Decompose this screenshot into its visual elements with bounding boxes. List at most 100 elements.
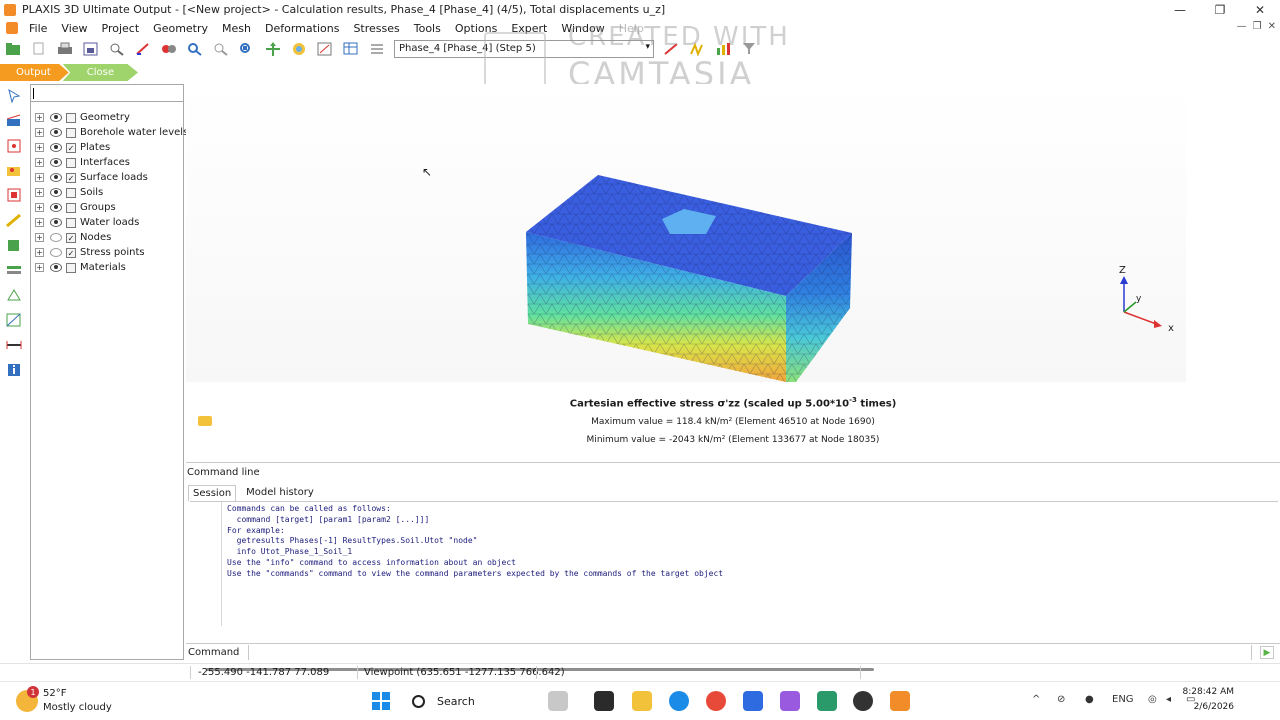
- tree-item[interactable]: + Borehole water levels: [35, 125, 188, 140]
- select-pointer-icon[interactable]: [6, 88, 22, 104]
- doc-restore-icon[interactable]: ❐: [1253, 21, 1262, 32]
- plaxis-input-icon[interactable]: [817, 691, 837, 711]
- doc-close-icon[interactable]: ✕: [1268, 21, 1276, 32]
- draw-icon[interactable]: [134, 40, 152, 58]
- close-tab[interactable]: Close: [62, 64, 138, 81]
- expand-icon[interactable]: +: [35, 143, 44, 152]
- maximize-button[interactable]: ❐: [1200, 0, 1240, 19]
- task-view-icon[interactable]: [594, 691, 614, 711]
- copilot-icon[interactable]: [780, 691, 800, 711]
- plaxis-output-taskbar-icon[interactable]: [890, 691, 910, 711]
- tree-item[interactable]: + Materials: [35, 260, 126, 275]
- tray-chevron-icon[interactable]: ^: [1032, 694, 1040, 705]
- menu-window[interactable]: Window: [554, 22, 611, 35]
- scan-line-icon[interactable]: [160, 40, 178, 58]
- recorder-icon[interactable]: [853, 691, 873, 711]
- visibility-eye-icon[interactable]: [50, 248, 62, 257]
- store-icon[interactable]: [743, 691, 763, 711]
- hinge-icon[interactable]: [6, 312, 22, 328]
- tab-model-history[interactable]: Model history: [242, 485, 318, 501]
- tree-checkbox[interactable]: ✓: [66, 232, 76, 243]
- menu-stresses[interactable]: Stresses: [346, 22, 406, 35]
- bing-chat-icon[interactable]: [548, 691, 568, 711]
- measure-icon[interactable]: [6, 212, 22, 228]
- visibility-eye-icon[interactable]: [50, 128, 62, 137]
- globe-icon[interactable]: ◎: [1148, 694, 1157, 705]
- expand-icon[interactable]: +: [35, 263, 44, 272]
- tree-checkbox[interactable]: ✓: [66, 142, 76, 153]
- expand-icon[interactable]: +: [35, 233, 44, 242]
- visibility-eye-icon[interactable]: [50, 188, 62, 197]
- menu-view[interactable]: View: [54, 22, 94, 35]
- expand-icon[interactable]: +: [35, 128, 44, 137]
- visibility-eye-icon[interactable]: [50, 203, 62, 212]
- zoom-in-icon[interactable]: [108, 40, 126, 58]
- tree-item[interactable]: + Interfaces: [35, 155, 130, 170]
- phase-select[interactable]: Phase_4 [Phase_4] (Step 5) ▾: [394, 40, 654, 58]
- menu-help[interactable]: Help: [612, 22, 651, 35]
- file-explorer-icon[interactable]: [632, 691, 652, 711]
- report-icon[interactable]: [82, 40, 100, 58]
- tree-item[interactable]: + ✓ Plates: [35, 140, 110, 155]
- edge-browser-icon[interactable]: [669, 691, 689, 711]
- stress-point-icon[interactable]: [6, 187, 22, 203]
- curve-point-icon[interactable]: [6, 162, 22, 178]
- visibility-eye-icon[interactable]: [50, 113, 62, 122]
- plaxis-menu-icon[interactable]: [6, 22, 18, 34]
- zoom-icon[interactable]: [186, 40, 204, 58]
- run-command-button[interactable]: ▶: [1260, 646, 1274, 659]
- tree-item[interactable]: + Soils: [35, 185, 103, 200]
- visibility-eye-icon[interactable]: [50, 218, 62, 227]
- cut-icon[interactable]: [6, 287, 22, 303]
- menu-project[interactable]: Project: [95, 22, 147, 35]
- copy-icon[interactable]: [30, 40, 48, 58]
- tree-checkbox[interactable]: [66, 187, 76, 198]
- expand-icon[interactable]: +: [35, 173, 44, 182]
- network-off-icon[interactable]: ⊘: [1057, 694, 1065, 705]
- command-input[interactable]: [248, 645, 1252, 660]
- pan-icon[interactable]: [264, 40, 282, 58]
- menu-expert[interactable]: Expert: [504, 22, 554, 35]
- visibility-eye-icon[interactable]: [50, 143, 62, 152]
- doc-minimize-icon[interactable]: —: [1237, 21, 1247, 32]
- tree-checkbox[interactable]: [66, 202, 76, 213]
- distance-icon[interactable]: [6, 337, 22, 353]
- expand-icon[interactable]: +: [35, 218, 44, 227]
- tree-checkbox[interactable]: [66, 112, 76, 123]
- layer-icon[interactable]: [6, 262, 22, 278]
- chart-icon[interactable]: [714, 40, 732, 58]
- rotate-icon[interactable]: [290, 40, 308, 58]
- filter-icon[interactable]: [740, 40, 758, 58]
- tree-checkbox[interactable]: [66, 262, 76, 273]
- chrome-icon[interactable]: [706, 691, 726, 711]
- tree-checkbox[interactable]: [66, 157, 76, 168]
- model-viewport[interactable]: [186, 84, 1186, 382]
- tree-checkbox[interactable]: [66, 127, 76, 138]
- tree-item[interactable]: + ✓ Stress points: [35, 245, 145, 260]
- tree-item[interactable]: + Groups: [35, 200, 116, 215]
- cross-section-icon[interactable]: [662, 40, 680, 58]
- weather-temperature[interactable]: 52°F: [43, 688, 66, 699]
- expand-icon[interactable]: +: [35, 248, 44, 257]
- microphone-icon[interactable]: ●: [1085, 694, 1094, 705]
- menu-geometry[interactable]: Geometry: [146, 22, 215, 35]
- menu-tools[interactable]: Tools: [407, 22, 448, 35]
- tab-session[interactable]: Session: [188, 485, 237, 501]
- tree-checkbox[interactable]: ✓: [66, 172, 76, 183]
- session-output[interactable]: Commands can be called as follows: comma…: [190, 501, 1278, 671]
- tree-item[interactable]: + Water loads: [35, 215, 139, 230]
- open-project-icon[interactable]: [4, 40, 22, 58]
- expand-icon[interactable]: +: [35, 188, 44, 197]
- tree-checkbox[interactable]: ✓: [66, 247, 76, 258]
- window-icon[interactable]: [316, 40, 334, 58]
- expand-icon[interactable]: +: [35, 203, 44, 212]
- curves-icon[interactable]: [688, 40, 706, 58]
- print-icon[interactable]: [56, 40, 74, 58]
- visibility-eye-icon[interactable]: [50, 173, 62, 182]
- menu-file[interactable]: File: [22, 22, 54, 35]
- clock-time[interactable]: 8:28:42 AM: [1183, 687, 1234, 697]
- phase-list-icon[interactable]: [368, 40, 386, 58]
- table-icon[interactable]: [342, 40, 360, 58]
- expand-icon[interactable]: +: [35, 113, 44, 122]
- cross-section-tool-icon[interactable]: [6, 113, 22, 129]
